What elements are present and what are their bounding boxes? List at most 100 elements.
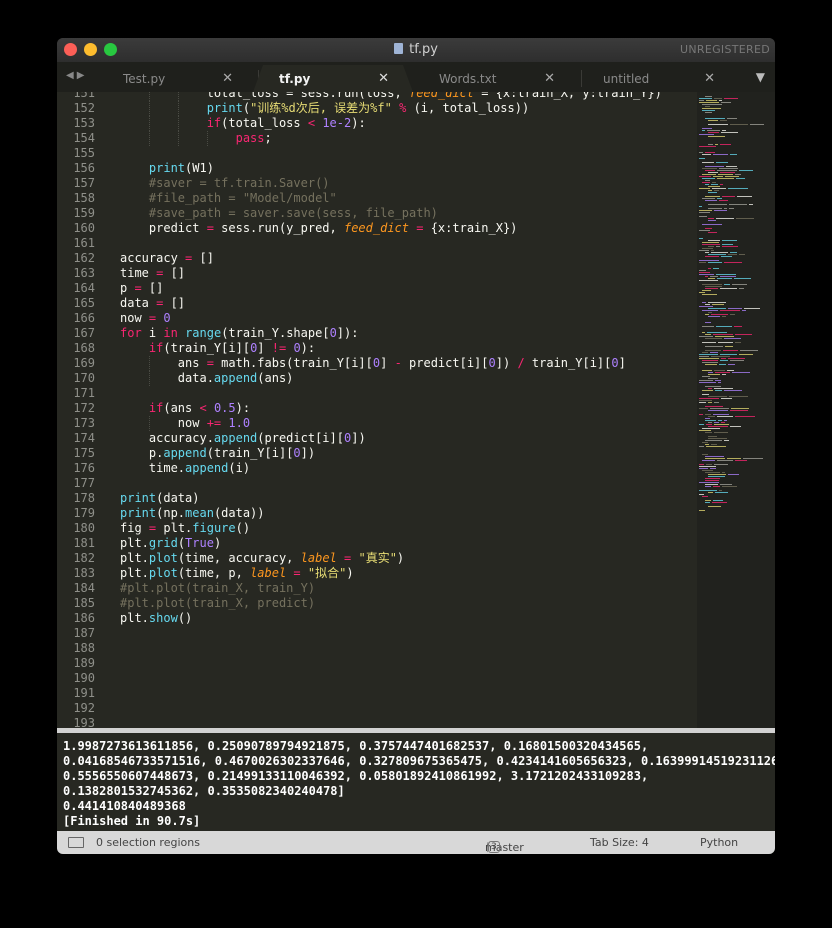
output-line: 1.9987273613611856, 0.25090789794921875,… <box>63 739 649 753</box>
minimap-line <box>735 174 741 175</box>
tab-close-icon[interactable]: ✕ <box>222 71 233 86</box>
line-number-gutter: 151 152 153 154 155 156 157 158 159 160 161 162 163 1… <box>57 92 107 728</box>
line-number: 178 <box>73 491 95 505</box>
minimap-line <box>702 162 714 163</box>
line-number: 162 <box>73 251 95 265</box>
code-line[interactable]: now = 0 <box>120 311 171 326</box>
minimap-line <box>705 152 715 153</box>
code-line[interactable]: predict = sess.run(y_pred, feed_dict = {… <box>120 221 518 236</box>
minimap-line <box>699 408 708 409</box>
line-number: 158 <box>73 191 95 205</box>
minimap-line <box>708 232 717 233</box>
minimap-line <box>730 124 748 125</box>
line-number: 156 <box>73 161 95 175</box>
tab-tf-py[interactable]: tf.py ✕ <box>253 65 413 92</box>
minimap-line <box>705 166 724 167</box>
code-line[interactable]: p.append(train_Y[i][0]) <box>120 446 315 461</box>
line-number: 189 <box>73 656 95 670</box>
tab-close-icon[interactable]: ✕ <box>378 71 389 86</box>
code-line[interactable]: if(ans < 0.5): <box>120 401 250 416</box>
code-line[interactable]: #plt.plot(train_X, predict) <box>120 596 315 611</box>
minimap-line <box>699 206 702 207</box>
line-number: 181 <box>73 536 95 550</box>
minimap-line <box>708 410 728 411</box>
code-line[interactable]: print(data) <box>120 491 199 506</box>
minimap-line <box>714 210 727 211</box>
minimap-line <box>717 198 722 199</box>
output-line: 0.441410840489368 <box>63 799 186 813</box>
minimap-line <box>699 400 712 401</box>
code-line[interactable]: plt.show() <box>120 611 192 626</box>
line-number: 169 <box>73 356 95 370</box>
code-area[interactable]: total_loss = sess.run(loss, feed_dict = … <box>120 92 695 728</box>
code-line[interactable]: print(np.mean(data)) <box>120 506 265 521</box>
code-line[interactable]: plt.plot(time, p, label = "拟合") <box>120 566 354 581</box>
code-line[interactable]: plt.plot(time, accuracy, label = "真实") <box>120 551 404 566</box>
minimap-line <box>710 276 718 277</box>
minimap-line <box>714 190 719 191</box>
code-line[interactable]: total_loss = sess.run(loss, feed_dict = … <box>120 92 662 101</box>
code-editor[interactable]: 151 152 153 154 155 156 157 158 159 160 161 162 163 1… <box>57 92 775 728</box>
line-number: 160 <box>73 221 95 235</box>
minimap-line <box>699 356 709 357</box>
minimap-line <box>705 406 723 407</box>
code-line[interactable]: if(train_Y[i][0] != 0): <box>120 341 315 356</box>
code-line[interactable]: data = [] <box>120 296 185 311</box>
minimap-line <box>705 478 720 479</box>
code-line[interactable]: #saver = tf.train.Saver() <box>120 176 330 191</box>
tab-words-txt[interactable]: Words.txt ✕ <box>413 65 579 92</box>
code-line[interactable]: accuracy.append(predict[i][0]) <box>120 431 366 446</box>
minimap-line <box>721 102 731 103</box>
minimap-line <box>713 268 719 269</box>
tab-close-icon[interactable]: ✕ <box>544 71 555 86</box>
minimap-line <box>717 170 737 171</box>
code-line[interactable]: time.append(i) <box>120 461 250 476</box>
minimap-line <box>722 472 725 473</box>
minimap-line <box>742 310 746 311</box>
code-line[interactable]: now += 1.0 <box>120 416 250 431</box>
line-number: 152 <box>73 101 95 115</box>
output-line: 0.5556550607448673, 0.21499133110046392,… <box>63 769 649 783</box>
code-line[interactable]: print("训练%d次后, 误差为%f" % (i, total_loss)) <box>120 101 529 116</box>
minimap-line <box>720 144 731 145</box>
code-line[interactable]: #plt.plot(train_X, train_Y) <box>120 581 315 596</box>
code-line[interactable]: time = [] <box>120 266 185 281</box>
code-line[interactable]: if(total_loss < 1e-2): <box>120 116 366 131</box>
code-line[interactable]: #save_path = saver.save(sess, file_path) <box>120 206 438 221</box>
code-line[interactable]: p = [] <box>120 281 163 296</box>
tab-label: untitled <box>603 72 650 86</box>
code-line[interactable]: print(W1) <box>120 161 214 176</box>
code-line[interactable]: accuracy = [] <box>120 251 214 266</box>
tab-close-icon[interactable]: ✕ <box>704 71 715 86</box>
code-line[interactable]: pass; <box>120 131 272 146</box>
minimap-line <box>714 464 728 465</box>
code-line[interactable]: plt.grid(True) <box>120 536 221 551</box>
minimap-line <box>708 144 713 145</box>
minimap-line <box>726 166 737 167</box>
minimap-line <box>708 474 726 475</box>
code-line[interactable]: data.append(ans) <box>120 371 294 386</box>
minimap-line <box>717 416 733 417</box>
panel-toggle-icon[interactable] <box>68 837 84 848</box>
code-line[interactable]: fig = plt.figure() <box>120 521 250 536</box>
code-line[interactable]: for i in range(train_Y.shape[0]): <box>120 326 358 341</box>
license-label: UNREGISTERED <box>680 43 770 56</box>
minimap-line <box>705 386 721 387</box>
minimap-line <box>708 246 714 247</box>
minimap[interactable] <box>697 92 775 728</box>
code-line[interactable]: #file_path = "Model/model" <box>120 191 337 206</box>
minimap-line <box>705 180 710 181</box>
tab-test-py[interactable]: Test.py ✕ <box>97 65 257 92</box>
minimap-line <box>702 104 722 105</box>
minimap-line <box>699 272 710 273</box>
syntax-status[interactable]: Python <box>700 836 738 849</box>
tab-label: Words.txt <box>439 72 497 86</box>
tab-nav-arrows-icon[interactable]: ◀▶ <box>66 70 87 81</box>
minimap-line <box>699 100 704 101</box>
minimap-line <box>699 382 716 383</box>
minimap-line <box>705 334 711 335</box>
tab-size-status[interactable]: Tab Size: 4 <box>590 836 649 849</box>
tab-menu-icon[interactable]: ▼ <box>756 70 765 84</box>
tab-untitled[interactable]: untitled ✕ <box>577 65 739 92</box>
code-line[interactable]: ans = math.fabs(train_Y[i][0] - predict[… <box>120 356 626 371</box>
